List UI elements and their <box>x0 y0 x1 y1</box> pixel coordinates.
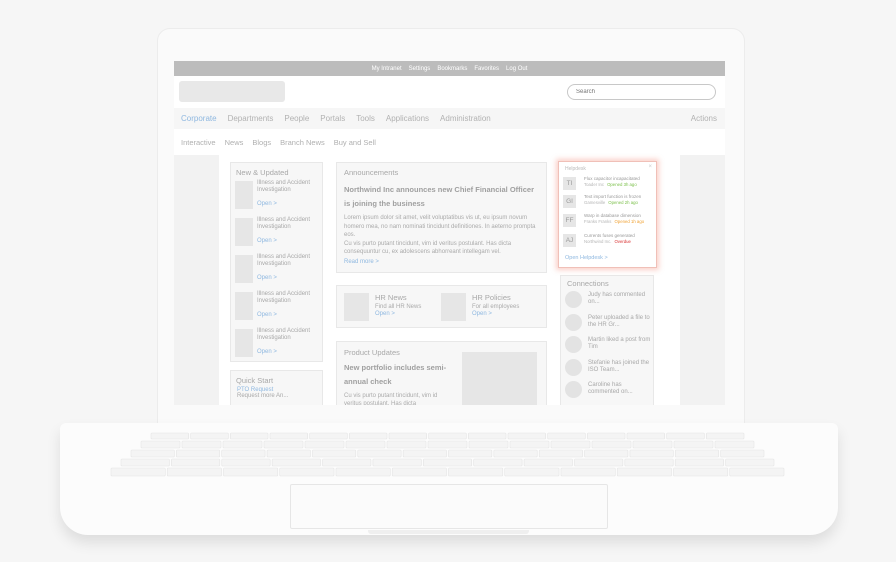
keyboard-key <box>673 440 714 449</box>
keyboard-key <box>473 458 523 467</box>
keyboard-key <box>584 449 629 458</box>
keyboard-key <box>176 449 221 458</box>
keyboard-key <box>230 432 269 440</box>
keyboard-key <box>279 467 335 477</box>
keyboard-key <box>181 440 222 449</box>
keyboard-key <box>507 432 546 440</box>
keyboard-key <box>120 458 170 467</box>
keyboard-key <box>629 449 674 458</box>
keyboard-key <box>574 458 624 467</box>
keyboard-key <box>263 440 304 449</box>
keyboard-key <box>504 467 560 477</box>
keyboard-key <box>468 440 509 449</box>
keyboard-key <box>391 467 447 477</box>
keyboard-key <box>706 432 745 440</box>
keyboard-key <box>587 432 626 440</box>
keyboard-key <box>166 467 222 477</box>
keyboard-key <box>312 449 357 458</box>
keyboard-key <box>720 449 765 458</box>
keyboard-key <box>591 440 632 449</box>
keyboard-key <box>130 449 175 458</box>
keyboard-key <box>322 458 372 467</box>
keyboard-key <box>335 467 391 477</box>
keyboard-key <box>140 440 181 449</box>
keyboard-key <box>221 458 271 467</box>
keyboard-key <box>550 440 591 449</box>
keyboard-key <box>493 449 538 458</box>
laptop-front-notch <box>368 530 529 534</box>
laptop-scene: My Intranet Settings Bookmarks Favorites… <box>0 0 896 562</box>
keyboard-key <box>388 432 427 440</box>
keyboard-key <box>428 432 467 440</box>
keyboard-key <box>674 449 719 458</box>
keyboard-key <box>349 432 388 440</box>
keyboard-key <box>666 432 705 440</box>
keyboard-key <box>171 458 221 467</box>
keyboard-key <box>624 458 674 467</box>
keyboard-key <box>110 467 166 477</box>
keyboard-key <box>423 458 472 467</box>
keyboard-key <box>547 432 586 440</box>
keyboard-key <box>221 449 266 458</box>
keyboard-key <box>448 449 493 458</box>
keyboard-key <box>427 440 468 449</box>
keyboard-key <box>309 432 348 440</box>
keyboard-key <box>402 449 447 458</box>
keyboard-key <box>560 467 616 477</box>
keyboard-key <box>523 458 573 467</box>
keyboard-key <box>190 432 229 440</box>
keyboard-key <box>386 440 427 449</box>
keyboard-key <box>150 432 189 440</box>
keyboard-key <box>222 440 263 449</box>
keyboard-key <box>372 458 422 467</box>
keyboard-key <box>357 449 402 458</box>
keyboard-key <box>266 449 311 458</box>
keyboard-graphic <box>110 432 785 477</box>
keyboard-key <box>509 440 550 449</box>
keyboard-key <box>269 432 308 440</box>
keyboard-key <box>271 458 321 467</box>
keyboard-key <box>616 467 672 477</box>
keyboard-key <box>632 440 673 449</box>
keyboard-key <box>714 440 755 449</box>
keyboard-key <box>674 458 724 467</box>
keyboard-key <box>304 440 345 449</box>
keyboard-key <box>673 467 729 477</box>
trackpad <box>290 484 608 529</box>
keyboard-key <box>345 440 386 449</box>
keyboard-key <box>626 432 665 440</box>
keyboard-key <box>725 458 775 467</box>
keyboard-key <box>448 467 504 477</box>
keyboard-key <box>223 467 279 477</box>
keyboard-key <box>729 467 785 477</box>
keyboard-key <box>468 432 507 440</box>
keyboard-key <box>538 449 583 458</box>
